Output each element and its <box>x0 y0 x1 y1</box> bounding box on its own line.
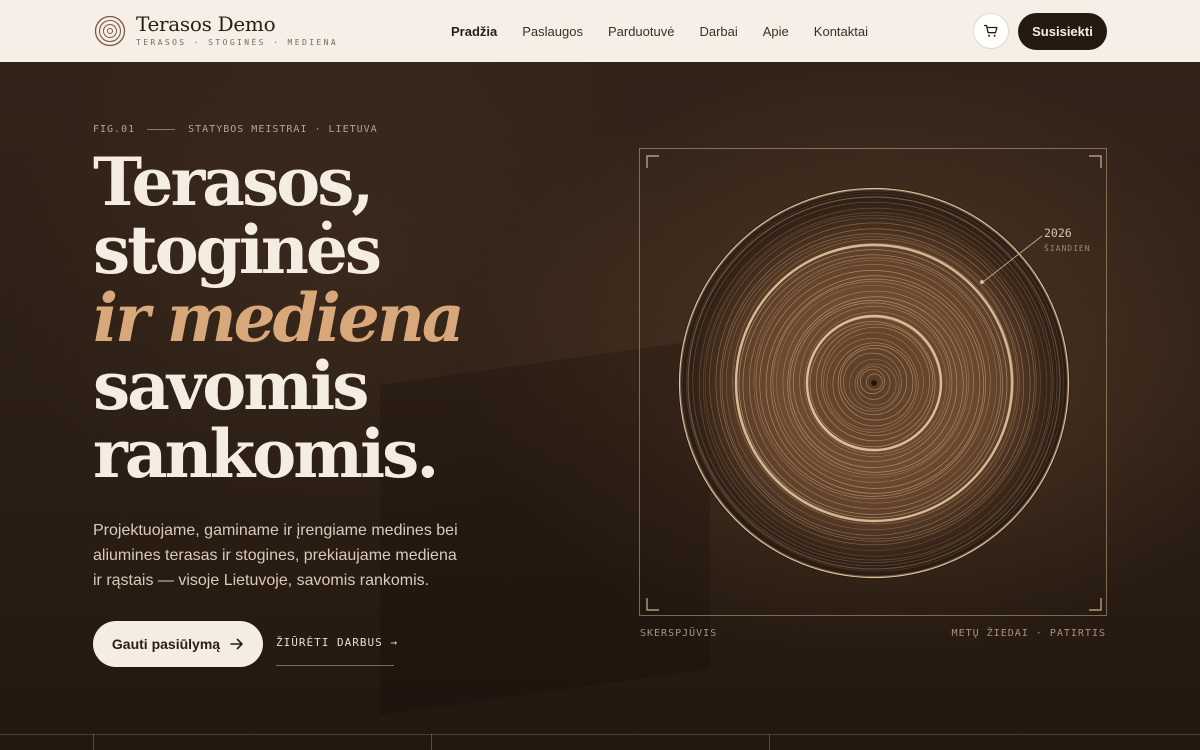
annotation-year-label: ŠIANDIEN <box>1044 242 1091 253</box>
nav-item-kontaktai[interactable]: Kontaktai <box>814 24 868 39</box>
figure-caption-right: METŲ ŽIEDAI · PATIRTIS <box>951 628 1106 639</box>
cart-button[interactable] <box>973 13 1009 49</box>
eyebrow: FIG.01 STATYBOS MEISTRAI · LIETUVA <box>93 124 378 135</box>
nav-item-pradzia[interactable]: Pradžia <box>451 24 497 39</box>
nav-item-apie[interactable]: Apie <box>763 24 789 39</box>
arrow-right-icon <box>230 638 243 650</box>
bottom-column-tick <box>769 734 770 750</box>
headline-line-5: rankomis. <box>93 415 439 493</box>
tree-ring-figure: 2026 ŠIANDIEN <box>639 148 1107 616</box>
bottom-column-tick <box>93 734 94 750</box>
nav-item-darbai[interactable]: Darbai <box>699 24 737 39</box>
main-menu: Pradžia Paslaugos Parduotuvė Darbai Apie… <box>451 0 868 62</box>
frame-corner-top-right <box>1089 155 1102 168</box>
bottom-column-tick <box>431 734 432 750</box>
get-offer-button[interactable]: Gauti pasiūlymą <box>93 621 263 667</box>
figure-caption-left: SKERSPJŪVIS <box>640 628 718 639</box>
brand-name: Terasos Demo <box>136 12 276 36</box>
eyebrow-divider <box>147 129 176 130</box>
headline-line-3-accent: ir mediena <box>93 279 465 357</box>
frame-corner-bottom-right <box>1089 598 1102 611</box>
headline-line-2: stoginės <box>93 211 382 289</box>
hero-headline: Terasos, stoginės ir mediena savomis ran… <box>93 148 553 488</box>
brand-tagline: TERASOS · STOGINĖS · MEDIENA <box>136 38 339 47</box>
hero-lead-text: Projektuojame, gaminame ir įrengiame med… <box>93 522 458 589</box>
annotation-year: 2026 <box>1044 226 1072 240</box>
get-offer-label: Gauti pasiūlymą <box>111 636 221 652</box>
ring-pith <box>871 380 877 386</box>
tree-ring-logo-icon <box>94 15 126 46</box>
nav-item-paslaugos[interactable]: Paslaugos <box>522 24 583 39</box>
headline-line-4: savomis <box>93 347 369 425</box>
eyebrow-fig-label: FIG.01 <box>93 124 136 135</box>
brand[interactable]: Terasos Demo TERASOS · STOGINĖS · MEDIEN… <box>94 14 338 47</box>
cart-icon <box>983 24 998 37</box>
eyebrow-text: STATYBOS MEISTRAI · LIETUVA <box>188 124 378 135</box>
annotation-dot <box>980 280 984 284</box>
tree-ring-cross-section: 2026 ŠIANDIEN <box>646 155 1102 611</box>
bottom-divider <box>0 734 1200 735</box>
nav-item-parduotuve[interactable]: Parduotuvė <box>608 24 675 39</box>
contact-button[interactable]: Susisiekti <box>1018 13 1107 50</box>
view-works-link[interactable]: ŽIŪRĖTI DARBUS → <box>276 636 397 666</box>
headline-line-1: Terasos, <box>93 143 374 221</box>
frame-corner-top-left <box>646 155 659 168</box>
frame-corner-bottom-left <box>646 598 659 611</box>
hero-section: FIG.01 STATYBOS MEISTRAI · LIETUVA Teras… <box>0 62 1200 750</box>
top-navigation: Terasos Demo TERASOS · STOGINĖS · MEDIEN… <box>0 0 1200 62</box>
